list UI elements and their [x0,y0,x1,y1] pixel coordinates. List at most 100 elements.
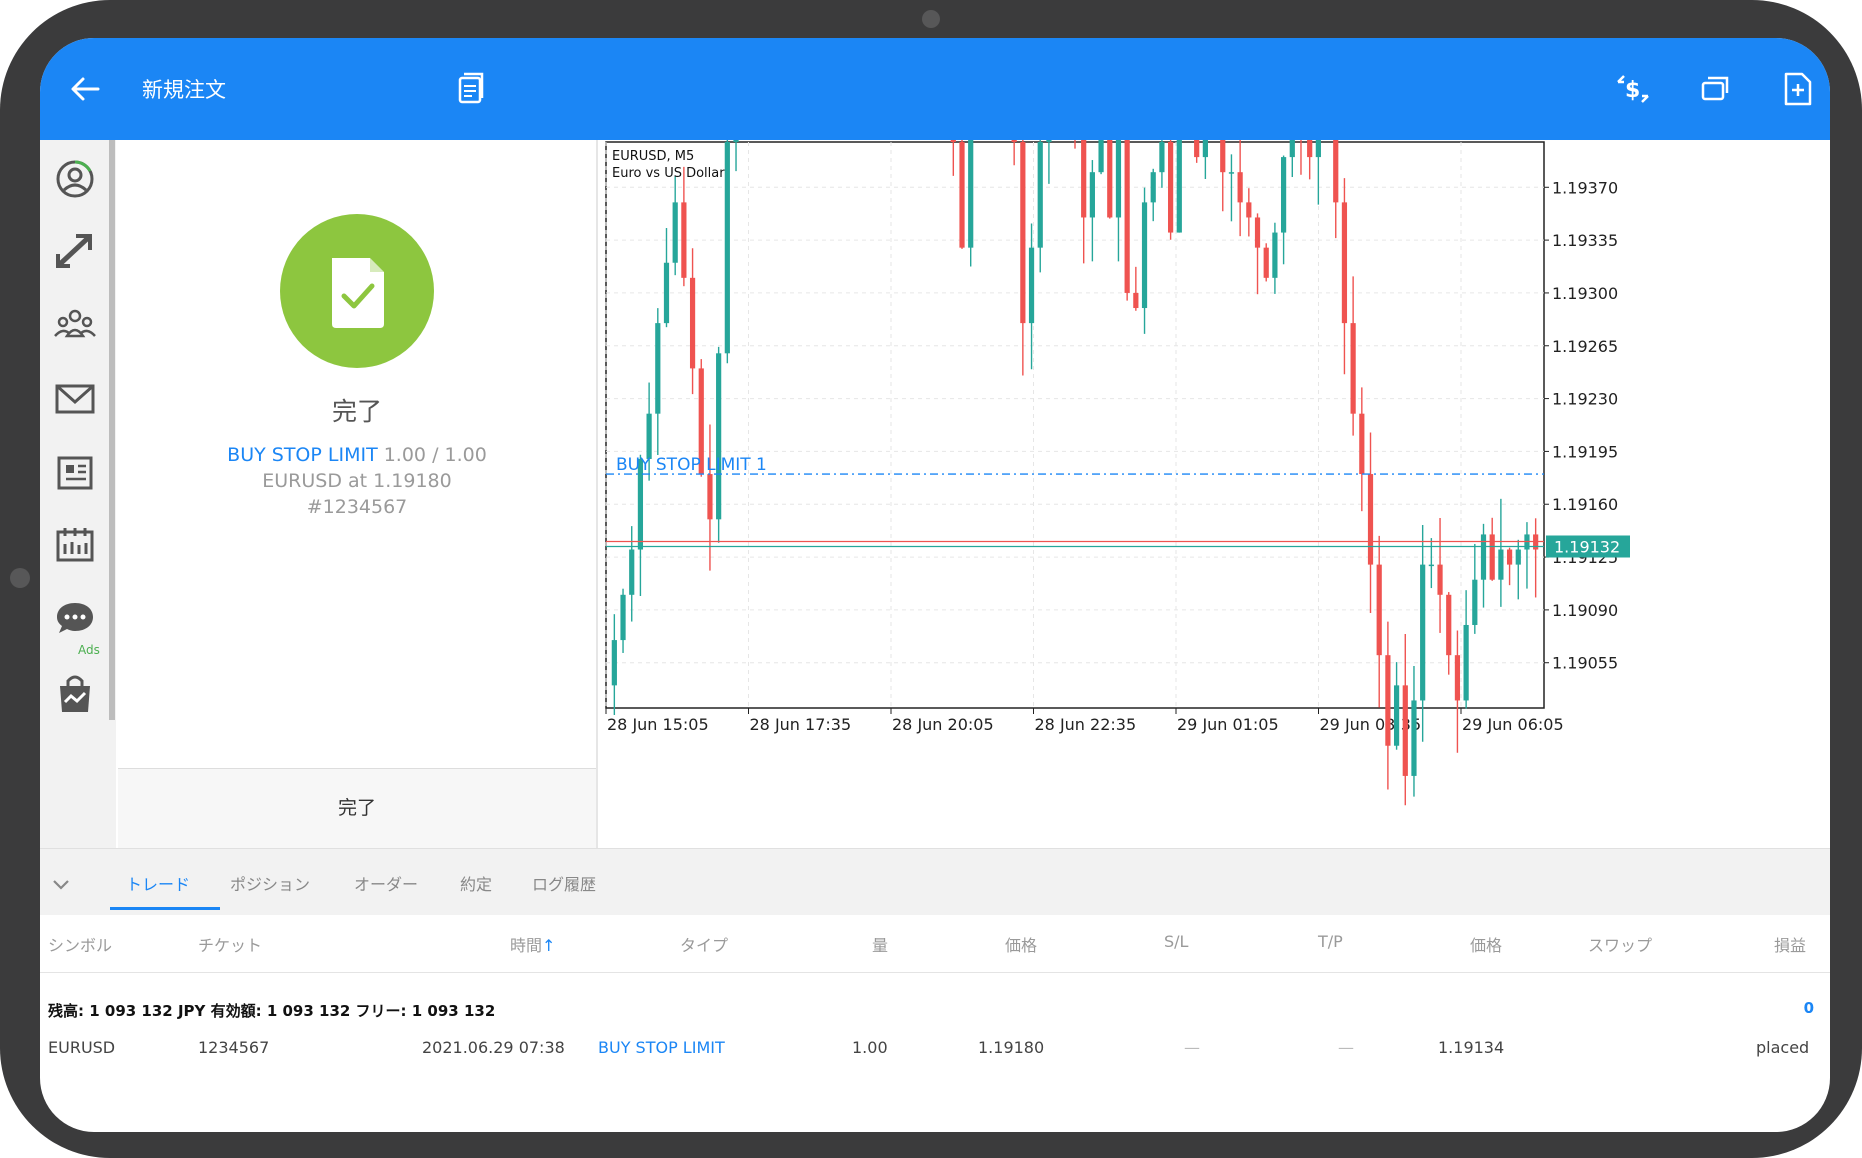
candle-body [707,474,713,520]
cell-type: BUY STOP LIMIT [598,1038,725,1057]
document-check-icon [332,258,384,328]
candlestick-chart[interactable]: 1.19370 1.19335 1.19300 1.19265 1.19230 1.191… [598,38,1830,848]
mail-icon[interactable] [50,374,100,424]
candle-body [1141,202,1148,309]
candle-body [672,202,678,263]
y-tick-label: 1.19160 [1552,495,1618,514]
col-time[interactable]: 時間↑ [510,932,555,956]
candle-body [1420,564,1426,701]
col-current-price[interactable]: 価格 [1470,932,1502,956]
candle-body [629,549,635,595]
candle-body [1446,594,1452,656]
candle-body [1428,564,1434,567]
community-icon[interactable] [50,300,100,350]
col-volume[interactable]: 量 [872,932,888,956]
candle-body [1280,157,1287,233]
candle-body [733,38,739,142]
x-tick-label: 29 Jun 06:05 [1462,715,1564,734]
candle-body [1115,51,1122,218]
cell-profit: placed [1756,1038,1810,1057]
chat-icon[interactable] [50,594,100,644]
candle-body [1402,685,1408,776]
balance-line: 残高: 1 093 132 JPY 有効額: 1 093 132 フリー: 1 … [48,1002,496,1020]
news-icon[interactable] [50,448,100,498]
col-swap[interactable]: スワップ [1588,932,1652,956]
candle-body [1107,126,1113,218]
col-sl[interactable]: S/L [1164,932,1188,951]
candle-body [968,111,974,248]
device-bezel: 新規注文 $ Ads 完了 BUY STOP LIMIT 1.00 / 1.00… [0,0,1862,1158]
document-icon[interactable] [448,66,494,112]
candle-body [1098,126,1104,173]
camera-dot [922,10,940,28]
col-type[interactable]: タイプ [680,932,728,956]
candle-body [655,323,661,414]
page-title: 新規注文 [142,78,226,102]
calendar-icon[interactable] [50,520,100,570]
candle-body [1263,247,1269,278]
candle-body [1150,172,1156,203]
candle-body [1020,142,1026,324]
col-tp[interactable]: T/P [1318,932,1343,951]
new-document-icon[interactable] [1774,66,1820,112]
currency-exchange-icon[interactable]: $ [1610,66,1656,112]
account-icon[interactable] [50,154,100,204]
x-tick-label: 28 Jun 22:35 [1035,715,1137,734]
order-ticket: #1234567 [306,496,408,518]
y-tick-label: 1.19265 [1552,337,1618,356]
tab-positions[interactable]: ポジション [230,871,310,895]
candle-body [1254,217,1261,248]
col-profit[interactable]: 損益 [1774,932,1806,956]
col-price[interactable]: 価格 [1005,932,1037,956]
col-ticket[interactable]: チケット [198,932,262,956]
window-icon[interactable] [1692,66,1738,112]
x-tick-label: 28 Jun 17:35 [750,715,852,734]
done-button[interactable]: 完了 [118,769,596,848]
trade-arrows-icon[interactable] [50,226,100,276]
y-tick-label: 1.19300 [1552,284,1618,303]
candle-body [1376,564,1382,656]
candle-body [1228,172,1235,174]
cell-volume: 1.00 [852,1038,888,1057]
sort-arrow-icon: ↑ [542,936,556,955]
status-title: 完了 [331,397,382,426]
current-price-label: 1.19132 [1554,538,1620,557]
candle-body [663,262,670,324]
candle-body [611,640,617,686]
order-result-panel: 完了 BUY STOP LIMIT 1.00 / 1.00 EURUSD at … [118,140,596,848]
candle-body [1515,549,1521,565]
tab-trade[interactable]: トレード [126,871,190,895]
cell-ticket: 1234567 [198,1038,270,1057]
candle-body [1472,579,1478,625]
order-volume: 1.00 / 1.00 [383,444,487,466]
candle-body [1272,232,1278,278]
arrow-left-icon[interactable] [62,66,108,112]
col-time-label: 時間 [510,936,543,955]
candle-body [1011,38,1017,142]
cell-symbol: EURUSD [48,1038,116,1057]
candle-body [1454,655,1461,701]
candle-body [1081,111,1087,218]
candle-body [716,353,722,520]
sidebar-scrollbar[interactable] [109,140,115,720]
candle-body [1463,624,1469,701]
market-bag-icon[interactable] [50,668,100,718]
table-row[interactable]: EURUSD 1234567 2021.06.29 07:38 BUY STOP… [40,1026,1830,1072]
chevron-down-icon[interactable] [48,871,74,897]
tab-history[interactable]: ログ履歴 [532,871,596,895]
tab-orders[interactable]: オーダー [354,871,418,895]
cell-time: 2021.06.29 07:38 [422,1038,565,1057]
y-tick-label: 1.19370 [1552,178,1618,197]
y-tick-label: 1.19335 [1552,231,1618,250]
ads-label: Ads [78,643,100,657]
candle-body [1359,413,1365,475]
tab-deals[interactable]: 約定 [460,871,492,895]
col-symbol[interactable]: シンボル [48,932,112,956]
candle-body [620,594,626,641]
x-tick-label: 29 Jun 01:05 [1177,715,1279,734]
app-screen: 新規注文 $ Ads 完了 BUY STOP LIMIT 1.00 / 1.00… [40,38,1830,1132]
candle-body [1037,142,1043,248]
candle-body [646,413,652,459]
price-chart[interactable]: 1.19370 1.19335 1.19300 1.19265 1.19230 1.191… [598,38,1830,848]
side-button [10,568,30,588]
